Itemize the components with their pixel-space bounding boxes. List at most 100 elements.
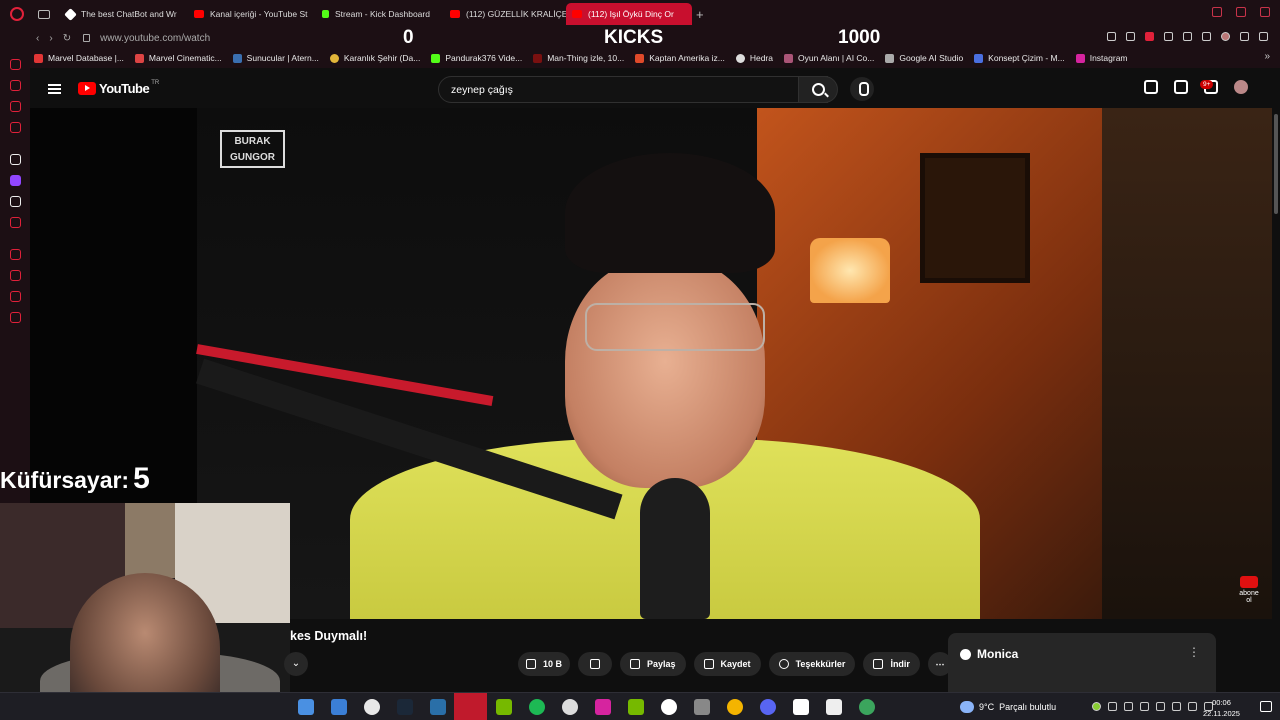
minimize-button[interactable] [1236, 7, 1246, 17]
bookmark-instagram[interactable]: Instagram [1075, 53, 1128, 63]
discord-icon[interactable] [760, 699, 776, 715]
reload-button[interactable]: ↻ [63, 33, 71, 44]
aria-icon[interactable] [9, 80, 21, 91]
bookmark-google-ai-studio[interactable]: Google AI Studio [885, 53, 963, 63]
save-button[interactable]: Kaydet [693, 652, 761, 676]
kick-sidebar-icon[interactable] [9, 154, 21, 165]
download-button[interactable]: İndir [863, 652, 920, 676]
page-scrollbar[interactable] [1272, 108, 1280, 692]
bookmark-marvel-database[interactable]: Marvel Database |... [34, 53, 124, 63]
bookmark-sunucular[interactable]: Sunucular | Atern... [232, 53, 319, 63]
search-input[interactable]: zeynep çağış × [438, 76, 828, 103]
bookmark-oyun-alani[interactable]: Oyun Alanı | AI Co... [783, 53, 874, 63]
new-tab-button[interactable]: + [696, 7, 704, 22]
tray-app-icon[interactable] [1140, 702, 1149, 711]
profile-icon[interactable] [1221, 32, 1230, 41]
app-icon[interactable] [364, 699, 380, 715]
share-button[interactable]: Paylaş [620, 652, 686, 676]
messenger-icon[interactable] [9, 101, 21, 112]
nvidia-icon[interactable] [628, 699, 644, 715]
bookmarks-more-icon[interactable]: » [1264, 51, 1270, 62]
download-icon[interactable] [1240, 32, 1249, 41]
cam-poster [125, 503, 180, 578]
pinboard-icon[interactable] [9, 291, 21, 302]
subscribe-watermark[interactable]: abone ol [1236, 576, 1262, 604]
thanks-button[interactable]: Teşekkürler [768, 652, 856, 676]
kebab-menu-icon[interactable]: ⋮ [1188, 645, 1200, 659]
tab-youtube-guzellik[interactable]: (112) GÜZELLİK KRALİÇE [444, 3, 566, 25]
obs-icon[interactable] [562, 699, 578, 715]
tab-kick-dashboard[interactable]: Stream - Kick Dashboard [316, 3, 444, 25]
like-button[interactable]: 10 B [518, 652, 571, 676]
player-icon[interactable] [9, 249, 21, 260]
app-icon[interactable] [694, 699, 710, 715]
history-icon[interactable] [9, 59, 21, 70]
instagram-icon[interactable] [595, 699, 611, 715]
extensions-icon[interactable] [1202, 32, 1211, 41]
app-icon[interactable] [826, 699, 842, 715]
network-icon[interactable] [1188, 702, 1197, 711]
tray-app-icon[interactable] [1108, 702, 1117, 711]
scrollbar-thumb[interactable] [1274, 114, 1278, 214]
forward-button[interactable]: › [49, 33, 52, 44]
bookmark-kaptan-amerika[interactable]: Kaptan Amerika iz... [635, 53, 725, 63]
shield-icon[interactable] [1145, 32, 1154, 41]
youtube-sidebar-icon[interactable] [9, 217, 21, 228]
play-icon[interactable] [1164, 32, 1173, 41]
search-tabs-icon[interactable] [1212, 7, 1222, 17]
app-icon[interactable] [430, 699, 446, 715]
bookmark-marvel-cinematic[interactable]: Marvel Cinematic... [134, 53, 222, 63]
sparkle-icon[interactable] [1144, 80, 1158, 94]
microphone-icon[interactable] [1156, 702, 1165, 711]
opera-taskbar-icon[interactable] [463, 699, 479, 715]
heart-icon[interactable] [1183, 32, 1192, 41]
spotify-icon[interactable] [529, 699, 545, 715]
app-icon[interactable] [661, 699, 677, 715]
youtube-logo[interactable]: YouTube TR [78, 80, 159, 96]
dislike-button[interactable] [578, 652, 613, 676]
monica-panel[interactable]: Monica ⋮ [948, 633, 1216, 693]
xbox-icon[interactable] [859, 699, 875, 715]
twitch-icon[interactable] [9, 175, 21, 186]
avatar[interactable] [1234, 80, 1248, 94]
menu-icon[interactable] [1259, 32, 1268, 41]
bookmark-man-thing[interactable]: Man-Thing izle, 10... [533, 53, 624, 63]
bookmark-pandurak[interactable]: Pandurak376 Vide... [431, 53, 522, 63]
maximize-button[interactable] [1260, 7, 1270, 17]
app-icon[interactable] [793, 699, 809, 715]
tab-youtube-active[interactable]: (112) Işıl Öykü Dinç Or [566, 3, 692, 25]
clock-icon[interactable] [9, 270, 21, 281]
settings-icon[interactable] [9, 312, 21, 323]
weather-widget[interactable]: 9°C Parçalı bulutlu [960, 701, 1056, 713]
back-button[interactable]: ‹ [36, 33, 39, 44]
bookmark-karanlik-sehir[interactable]: Karanlık Şehir (Da... [329, 53, 420, 63]
upload-icon[interactable] [1174, 80, 1188, 94]
chevron-up-icon[interactable] [1076, 702, 1085, 711]
steam-icon[interactable] [397, 699, 413, 715]
voice-search-icon[interactable] [850, 77, 874, 101]
system-clock[interactable]: 00:06 22.11.2025 [1203, 697, 1240, 719]
file-explorer-icon[interactable] [331, 699, 347, 715]
url-field[interactable]: www.youtube.com/watch [100, 33, 210, 44]
notification-center-icon[interactable] [1260, 701, 1272, 712]
pin-icon[interactable] [1107, 32, 1116, 41]
nvidia-icon[interactable] [496, 699, 512, 715]
menu-hamburger-icon[interactable] [48, 84, 61, 94]
tab-islands-icon[interactable] [38, 9, 50, 19]
bookmark-konsept-cizim[interactable]: Konsept Çizim - M... [974, 53, 1065, 63]
tray-app-icon[interactable] [1124, 702, 1133, 711]
start-icon[interactable] [298, 699, 314, 715]
kick-icon [431, 53, 441, 63]
opera-logo-icon[interactable] [10, 7, 24, 21]
bookmark-hedra[interactable]: Hedra [735, 53, 773, 63]
tab-youtube-studio[interactable]: Kanal içeriği - YouTube St [188, 3, 316, 25]
chevron-down-icon[interactable]: ⌄ [284, 652, 308, 676]
tab-chatbot[interactable]: The best ChatBot and Wr [60, 3, 188, 25]
display-icon[interactable] [1172, 702, 1181, 711]
chrome-icon[interactable] [727, 699, 743, 715]
search-button[interactable] [798, 76, 838, 103]
tray-app-icon[interactable] [1092, 702, 1101, 711]
x-icon[interactable] [9, 196, 21, 207]
gmail-icon[interactable] [9, 122, 21, 133]
snapshot-icon[interactable] [1126, 32, 1135, 41]
